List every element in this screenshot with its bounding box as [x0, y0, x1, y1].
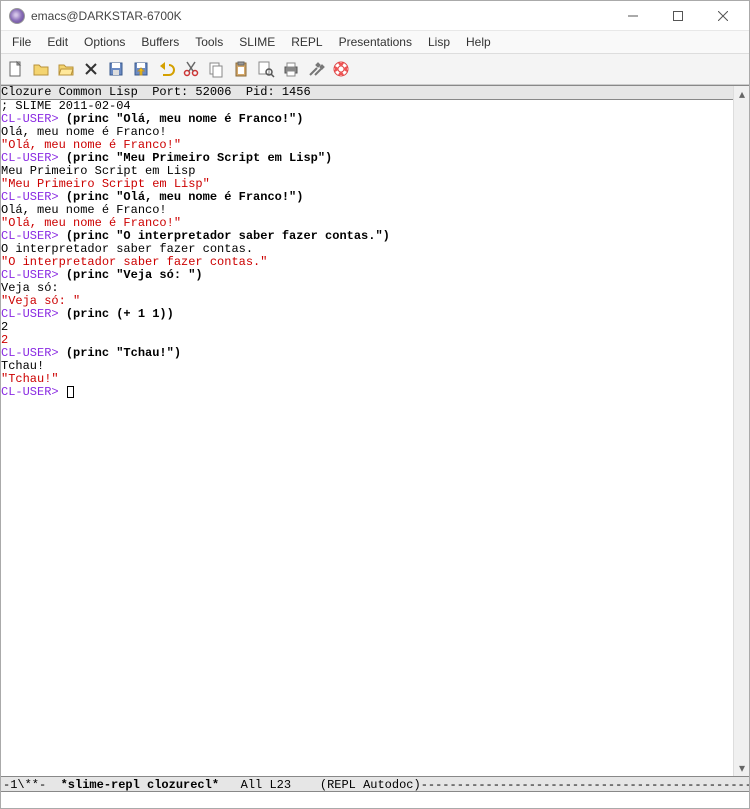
repl-result: 2	[1, 333, 8, 347]
repl-prompt: CL-USER>	[1, 229, 59, 243]
space	[59, 346, 66, 360]
modeline-flags: -1\**-	[3, 778, 61, 792]
copy-icon[interactable]	[207, 60, 225, 78]
repl-output: Olá, meu nome é Franco!	[1, 125, 167, 139]
space	[59, 307, 66, 321]
repl-header: Clozure Common Lisp Port: 52006 Pid: 145…	[1, 86, 311, 99]
repl-input: (princ "Olá, meu nome é Franco!")	[66, 112, 304, 126]
open-file-icon[interactable]	[32, 60, 50, 78]
save-icon[interactable]	[107, 60, 125, 78]
modeline-dashes: ----------------------------------------…	[421, 778, 749, 792]
save-as-icon[interactable]	[132, 60, 150, 78]
mode-line: -1\**- *slime-repl clozurecl* All L23 (R…	[1, 776, 749, 792]
repl-result: "Meu Primeiro Script em Lisp"	[1, 177, 210, 191]
menu-buffers[interactable]: Buffers	[134, 33, 186, 51]
new-file-icon[interactable]	[7, 60, 25, 78]
repl-input: (princ (+ 1 1))	[66, 307, 174, 321]
repl-line: Veja só:	[1, 282, 733, 295]
scroll-down-icon[interactable]: ▾	[734, 760, 749, 776]
repl-output: 2	[1, 320, 8, 334]
vertical-scrollbar[interactable]: ▴ ▾	[733, 86, 749, 776]
modeline-position: All L23	[219, 778, 313, 792]
paste-icon[interactable]	[232, 60, 250, 78]
print-icon[interactable]	[282, 60, 300, 78]
space	[59, 151, 66, 165]
window-title: emacs@DARKSTAR-6700K	[31, 9, 610, 23]
repl-prompt: CL-USER>	[1, 385, 59, 399]
minibuffer[interactable]	[1, 792, 749, 808]
toolbar	[1, 53, 749, 85]
repl-prompt: CL-USER>	[1, 190, 59, 204]
repl-input: (princ "Meu Primeiro Script em Lisp")	[66, 151, 332, 165]
search-icon[interactable]	[257, 60, 275, 78]
repl-line: CL-USER> (princ (+ 1 1))	[1, 308, 733, 321]
repl-banner: ; SLIME 2011-02-04	[1, 99, 131, 113]
repl-output: Veja só:	[1, 281, 59, 295]
minimize-button[interactable]	[610, 2, 655, 30]
repl-input: (princ "Veja só: ")	[66, 268, 203, 282]
app-icon	[9, 8, 25, 24]
modeline-buffer: *slime-repl clozurecl*	[61, 778, 219, 792]
repl-result: "Veja só: "	[1, 294, 80, 308]
window-titlebar: emacs@DARKSTAR-6700K	[1, 1, 749, 31]
window-controls	[610, 2, 745, 30]
menu-lisp[interactable]: Lisp	[421, 33, 457, 51]
repl-output: O interpretador saber fazer contas.	[1, 242, 253, 256]
preferences-icon[interactable]	[307, 60, 325, 78]
undo-icon[interactable]	[157, 60, 175, 78]
repl-output: Olá, meu nome é Franco!	[1, 203, 167, 217]
repl-line: Tchau!	[1, 360, 733, 373]
repl-line: 2	[1, 321, 733, 334]
repl-buffer[interactable]: Clozure Common Lisp Port: 52006 Pid: 145…	[1, 86, 733, 776]
repl-result: "Olá, meu nome é Franco!"	[1, 216, 181, 230]
menu-tools[interactable]: Tools	[188, 33, 230, 51]
repl-prompt: CL-USER>	[1, 268, 59, 282]
repl-prompt: CL-USER>	[1, 307, 59, 321]
repl-result: "Tchau!"	[1, 372, 59, 386]
cursor	[67, 386, 74, 398]
repl-input: (princ "Olá, meu nome é Franco!")	[66, 190, 304, 204]
repl-line: CL-USER> (princ "Veja só: ")	[1, 269, 733, 282]
repl-prompt: CL-USER>	[1, 151, 59, 165]
menu-file[interactable]: File	[5, 33, 38, 51]
menu-presentations[interactable]: Presentations	[332, 33, 419, 51]
menu-repl[interactable]: REPL	[284, 33, 329, 51]
repl-line: CL-USER> (princ "Tchau!")	[1, 347, 733, 360]
editor-area: Clozure Common Lisp Port: 52006 Pid: 145…	[1, 85, 749, 776]
close-button[interactable]	[700, 2, 745, 30]
repl-prompt: CL-USER>	[1, 112, 59, 126]
space	[59, 190, 66, 204]
repl-line: "Tchau!"	[1, 373, 733, 386]
cut-icon[interactable]	[182, 60, 200, 78]
menu-help[interactable]: Help	[459, 33, 498, 51]
repl-prompt: CL-USER>	[1, 346, 59, 360]
repl-result: "O interpretador saber fazer contas."	[1, 255, 267, 269]
repl-output: Tchau!	[1, 359, 44, 373]
repl-result: "Olá, meu nome é Franco!"	[1, 138, 181, 152]
space	[59, 229, 66, 243]
close-icon[interactable]	[82, 60, 100, 78]
menu-edit[interactable]: Edit	[40, 33, 75, 51]
repl-line: CL-USER>	[1, 386, 733, 399]
menu-options[interactable]: Options	[77, 33, 132, 51]
repl-output: Meu Primeiro Script em Lisp	[1, 164, 195, 178]
repl-input: (princ "Tchau!")	[66, 346, 181, 360]
menu-bar: File Edit Options Buffers Tools SLIME RE…	[1, 31, 749, 53]
modeline-mode: (REPL Autodoc)	[313, 778, 421, 792]
repl-line: Clozure Common Lisp Port: 52006 Pid: 145…	[1, 86, 733, 100]
space	[59, 268, 66, 282]
menu-slime[interactable]: SLIME	[232, 33, 282, 51]
space	[59, 112, 66, 126]
help-icon[interactable]	[332, 60, 350, 78]
scroll-up-icon[interactable]: ▴	[734, 86, 749, 102]
open-folder-icon[interactable]	[57, 60, 75, 78]
maximize-button[interactable]	[655, 2, 700, 30]
repl-input: (princ "O interpretador saber fazer cont…	[66, 229, 390, 243]
